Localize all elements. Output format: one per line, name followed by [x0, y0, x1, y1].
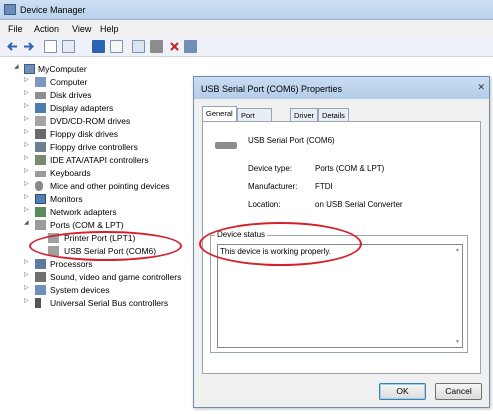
- tree-item-label: Network adapters: [50, 207, 117, 217]
- tree-item-label: Floppy disk drives: [50, 129, 119, 139]
- computer-icon: [24, 64, 35, 74]
- expand-arrow-icon[interactable]: ▷: [24, 76, 29, 83]
- toolbar: [0, 37, 493, 57]
- tree-item-label: Universal Serial Bus controllers: [50, 298, 169, 308]
- floppy-controller-icon: [35, 142, 46, 152]
- expand-arrow-icon[interactable]: ▷: [24, 258, 29, 265]
- tree-item-label: Ports (COM & LPT): [50, 220, 124, 230]
- device-type-value: Ports (COM & LPT): [315, 164, 385, 173]
- expand-arrow-icon[interactable]: ▷: [24, 141, 29, 148]
- tab-general[interactable]: General: [202, 106, 237, 122]
- tree-root-label: MyComputer: [38, 64, 87, 74]
- manufacturer-value: FTDI: [315, 182, 333, 191]
- properties-icon[interactable]: [62, 40, 75, 53]
- expand-arrow-icon[interactable]: ▷: [24, 180, 29, 187]
- dialog-title-bar: USB Serial Port (COM6) Properties ✕: [194, 77, 489, 99]
- port-icon: [35, 220, 46, 230]
- usb-serial-port-icon: [215, 142, 237, 149]
- tab-driver[interactable]: Driver: [290, 108, 318, 122]
- tree-item-label: Sound, video and game controllers: [50, 272, 182, 282]
- expand-arrow-icon[interactable]: ▷: [24, 102, 29, 109]
- tree-item-label: Disk drives: [50, 90, 92, 100]
- system-devices-icon: [35, 285, 46, 295]
- tree-item-label: Mice and other pointing devices: [50, 181, 170, 191]
- mouse-icon: [35, 181, 43, 191]
- uninstall-icon[interactable]: [150, 40, 163, 53]
- location-label: Location:: [248, 200, 281, 209]
- expand-arrow-icon[interactable]: ▷: [24, 128, 29, 135]
- tree-item-label: Floppy drive controllers: [50, 142, 138, 152]
- show-tree-icon[interactable]: [44, 40, 57, 53]
- tree-item-label: Computer: [50, 77, 88, 87]
- ide-controller-icon: [35, 155, 46, 165]
- location-value: on USB Serial Converter: [315, 200, 403, 209]
- tab-details[interactable]: Details: [318, 108, 349, 122]
- usb-controller-icon: [35, 298, 41, 308]
- device-manager-title-bar: Device Manager: [0, 0, 493, 20]
- scroll-down-icon[interactable]: ▼: [455, 339, 460, 345]
- highlight-circle-device-status: [199, 222, 362, 266]
- dvd-drive-icon: [35, 116, 46, 126]
- tree-item-label: Display adapters: [50, 103, 114, 113]
- menu-help[interactable]: Help: [100, 24, 119, 34]
- tree-item-label: DVD/CD-ROM drives: [50, 116, 131, 126]
- highlight-circle-usb-serial-port: [29, 231, 182, 261]
- update-driver-icon[interactable]: [184, 40, 197, 53]
- tree-item-label: IDE ATA/ATAPI controllers: [50, 155, 149, 165]
- back-arrow-icon[interactable]: [6, 40, 19, 53]
- device-type-label: Device type:: [248, 164, 293, 173]
- manufacturer-label: Manufacturer:: [248, 182, 298, 191]
- dialog-title: USB Serial Port (COM6) Properties: [201, 84, 343, 94]
- tree-item-label: Monitors: [50, 194, 83, 204]
- tab-port-settings[interactable]: Port Settings: [237, 108, 273, 129]
- collapse-arrow-icon[interactable]: ◢: [24, 219, 29, 226]
- expand-arrow-icon[interactable]: ▷: [24, 271, 29, 278]
- monitor-icon: [35, 194, 46, 204]
- scroll-up-icon[interactable]: ▲: [455, 247, 460, 253]
- tree-item-label: Keyboards: [50, 168, 91, 178]
- expand-arrow-icon[interactable]: ▷: [24, 284, 29, 291]
- view-icon[interactable]: [110, 40, 123, 53]
- floppy-disk-icon: [35, 129, 46, 139]
- network-adapter-icon: [35, 207, 46, 217]
- expand-arrow-icon[interactable]: ▷: [24, 206, 29, 213]
- device-manager-title: Device Manager: [20, 5, 86, 15]
- computer-icon: [35, 77, 46, 87]
- disk-drive-icon: [35, 92, 46, 99]
- tree-item-label: System devices: [50, 285, 110, 295]
- collapse-arrow-icon[interactable]: ◢: [14, 63, 19, 70]
- expand-arrow-icon[interactable]: ▷: [24, 193, 29, 200]
- sound-icon: [35, 272, 46, 282]
- scan-hardware-icon[interactable]: [132, 40, 145, 53]
- ok-button[interactable]: OK: [379, 383, 426, 400]
- device-name: USB Serial Port (COM6): [248, 136, 335, 145]
- keyboard-icon: [35, 171, 46, 177]
- expand-arrow-icon[interactable]: ▷: [24, 167, 29, 174]
- expand-arrow-icon[interactable]: ▷: [24, 297, 29, 304]
- processor-icon: [35, 259, 46, 269]
- expand-arrow-icon[interactable]: ▷: [24, 115, 29, 122]
- help-icon[interactable]: [92, 40, 105, 53]
- menu-file[interactable]: File: [8, 24, 23, 34]
- expand-arrow-icon[interactable]: ▷: [24, 89, 29, 96]
- display-adapter-icon: [35, 103, 46, 113]
- cancel-button[interactable]: Cancel: [435, 383, 482, 400]
- device-manager-icon: [4, 4, 16, 15]
- forward-arrow-icon[interactable]: [22, 40, 35, 53]
- menu-bar: File Action View Help: [0, 20, 493, 37]
- expand-arrow-icon[interactable]: ▷: [24, 154, 29, 161]
- menu-action[interactable]: Action: [34, 24, 59, 34]
- close-icon[interactable]: ✕: [477, 82, 485, 93]
- menu-view[interactable]: View: [72, 24, 91, 34]
- disable-icon[interactable]: [168, 40, 181, 53]
